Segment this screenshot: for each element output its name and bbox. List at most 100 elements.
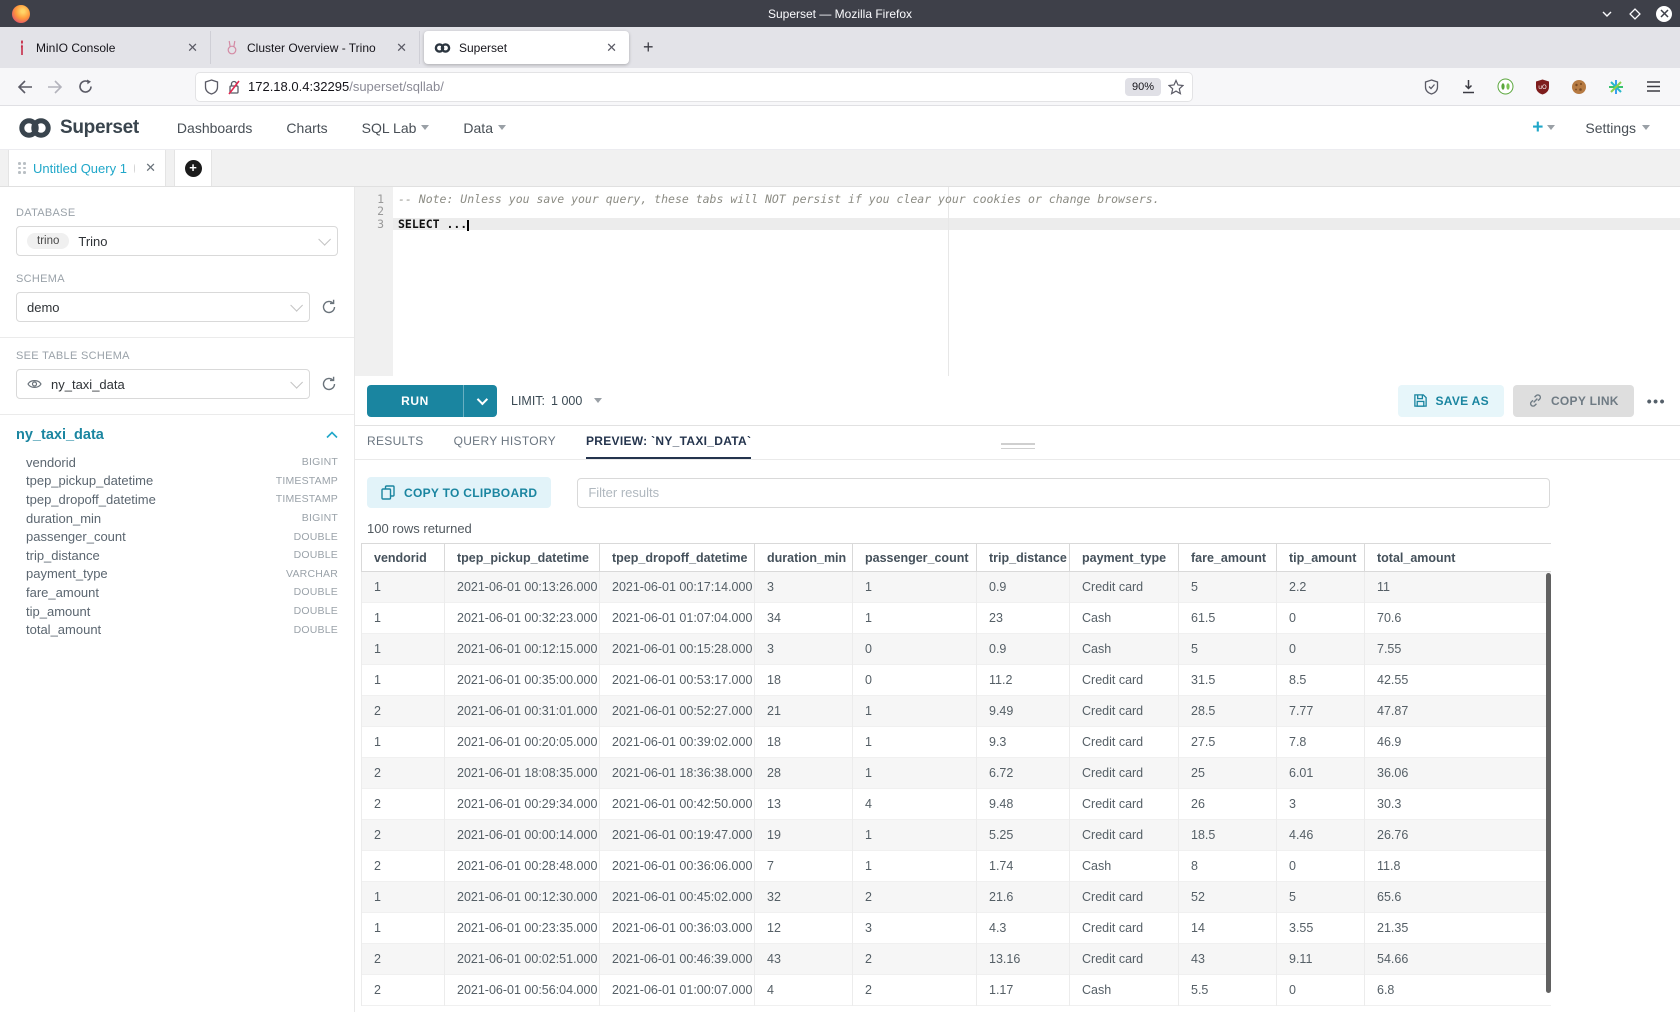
tab-query-history[interactable]: QUERY HISTORY <box>454 434 556 459</box>
schema-column-passenger_count[interactable]: passenger_countDOUBLE <box>16 527 338 546</box>
column-header-passenger_count[interactable]: passenger_count <box>853 544 977 572</box>
drag-handle-icon[interactable] <box>18 162 26 174</box>
hamburger-menu-icon[interactable] <box>1642 73 1664 101</box>
nav-sql-lab[interactable]: SQL Lab <box>362 120 430 136</box>
window-maximize-icon[interactable] <box>1628 7 1642 21</box>
table-cell: 0 <box>1277 851 1365 882</box>
schema-column-vendorid[interactable]: vendoridBIGINT <box>16 453 338 472</box>
column-header-tip_amount[interactable]: tip_amount <box>1277 544 1365 572</box>
insecure-lock-icon[interactable] <box>226 79 241 95</box>
schema-column-tip_amount[interactable]: tip_amountDOUBLE <box>16 602 338 621</box>
extension-green-icon[interactable] <box>1494 73 1516 101</box>
editor-content[interactable]: -- Note: Unless you save your query, the… <box>393 187 1680 376</box>
tab-close-icon[interactable]: ✕ <box>394 40 409 56</box>
schema-column-tpep_dropoff_datetime[interactable]: tpep_dropoff_datetimeTIMESTAMP <box>16 490 338 509</box>
nav-charts[interactable]: Charts <box>286 120 327 136</box>
schema-column-tpep_pickup_datetime[interactable]: tpep_pickup_datetimeTIMESTAMP <box>16 472 338 491</box>
limit-dropdown[interactable]: LIMIT: 1 000 <box>511 394 602 408</box>
table-cell: 3 <box>755 572 853 603</box>
tab-close-icon[interactable]: ✕ <box>604 40 619 56</box>
schema-column-total_amount[interactable]: total_amountDOUBLE <box>16 620 338 639</box>
save-as-button[interactable]: SAVE AS <box>1398 385 1504 417</box>
table-cell: 18 <box>755 727 853 758</box>
bookmark-star-icon[interactable] <box>1168 79 1184 95</box>
schema-column-fare_amount[interactable]: fare_amountDOUBLE <box>16 583 338 602</box>
add-new-button[interactable]: + <box>1532 117 1555 139</box>
browser-tab-minio[interactable]: MinIO Console ✕ <box>6 31 211 64</box>
pane-resize-handle[interactable] <box>1001 443 1035 452</box>
forward-icon[interactable] <box>40 73 70 101</box>
table-row: 12021-06-01 00:32:23.0002021-06-01 01:07… <box>362 603 1552 634</box>
tab-preview-table[interactable]: PREVIEW: `NY_TAXI_DATA` <box>586 434 751 459</box>
copy-to-clipboard-button[interactable]: COPY TO CLIPBOARD <box>367 477 551 508</box>
table-cell: 18.5 <box>1179 820 1277 851</box>
new-tab-button[interactable]: + <box>633 37 664 58</box>
browser-tab-superset[interactable]: Superset ✕ <box>424 31 629 64</box>
database-select[interactable]: trino Trino <box>16 226 338 256</box>
url-bar[interactable]: 172.18.0.4:32295/superset/sqllab/ 90% <box>196 73 1192 101</box>
column-header-duration_min[interactable]: duration_min <box>755 544 853 572</box>
column-header-vendorid[interactable]: vendorid <box>362 544 445 572</box>
table-cell: 9.48 <box>977 789 1070 820</box>
add-query-tab-button[interactable]: + <box>174 150 212 186</box>
settings-menu[interactable]: Settings <box>1585 120 1650 136</box>
ublock-shield-icon[interactable]: uO <box>1531 73 1553 101</box>
column-name: fare_amount <box>26 585 294 600</box>
collapse-chevron-up-icon[interactable] <box>326 431 338 439</box>
window-minimize-icon[interactable] <box>1600 7 1614 21</box>
column-type: DOUBLE <box>294 586 338 598</box>
column-header-tpep_dropoff_datetime[interactable]: tpep_dropoff_datetime <box>600 544 755 572</box>
run-button[interactable]: RUN <box>367 385 497 417</box>
table-row: 22021-06-01 00:29:34.0002021-06-01 00:42… <box>362 789 1552 820</box>
downloads-icon[interactable] <box>1457 73 1479 101</box>
copy-link-button[interactable]: COPY LINK <box>1513 385 1634 417</box>
column-header-tpep_pickup_datetime[interactable]: tpep_pickup_datetime <box>445 544 600 572</box>
table-cell: 2021-06-01 00:36:06.000 <box>600 851 755 882</box>
column-name: trip_distance <box>26 548 294 563</box>
column-header-trip_distance[interactable]: trip_distance <box>977 544 1070 572</box>
superset-brand[interactable]: Superset <box>16 116 139 140</box>
reload-icon[interactable] <box>70 73 100 101</box>
browser-tab-trino[interactable]: Cluster Overview - Trino ✕ <box>215 31 420 64</box>
tab-close-icon[interactable]: ✕ <box>185 40 200 56</box>
table-cell: 4 <box>755 975 853 1006</box>
column-header-total_amount[interactable]: total_amount <box>1365 544 1552 572</box>
table-schema-select[interactable]: ny_taxi_data <box>16 369 310 399</box>
zoom-level-badge[interactable]: 90% <box>1125 78 1161 96</box>
column-type: BIGINT <box>302 456 338 468</box>
table-cell: 4.46 <box>1277 820 1365 851</box>
more-actions-button[interactable]: ••• <box>1647 393 1666 409</box>
query-tab-close-icon[interactable]: ✕ <box>145 160 156 176</box>
nav-data[interactable]: Data <box>463 120 506 136</box>
column-type: DOUBLE <box>294 531 338 543</box>
divider <box>0 337 354 338</box>
column-header-fare_amount[interactable]: fare_amount <box>1179 544 1277 572</box>
column-header-payment_type[interactable]: payment_type <box>1070 544 1179 572</box>
shield-check-icon[interactable] <box>1420 73 1442 101</box>
table-columns-list: vendoridBIGINTtpep_pickup_datetimeTIMEST… <box>16 453 338 639</box>
run-dropdown-button[interactable] <box>463 385 497 417</box>
tab-results[interactable]: RESULTS <box>367 434 424 459</box>
schema-select[interactable]: demo <box>16 292 310 322</box>
tracking-shield-icon[interactable] <box>204 79 219 95</box>
url-text[interactable]: 172.18.0.4:32295/superset/sqllab/ <box>248 79 1118 94</box>
window-close-icon[interactable] <box>1656 6 1672 22</box>
query-tab-untitled[interactable]: Untitled Query 1 ✕ <box>8 150 166 186</box>
schema-column-payment_type[interactable]: payment_typeVARCHAR <box>16 565 338 584</box>
table-name-heading[interactable]: ny_taxi_data <box>16 427 326 443</box>
refresh-schema-icon[interactable] <box>320 298 338 316</box>
back-icon[interactable] <box>10 73 40 101</box>
nav-dashboards[interactable]: Dashboards <box>177 120 253 136</box>
cookie-icon[interactable] <box>1568 73 1590 101</box>
table-cell: 3.55 <box>1277 913 1365 944</box>
sql-editor[interactable]: 1 2 3 -- Note: Unless you save your quer… <box>355 187 1680 376</box>
table-scrollbar[interactable] <box>1546 573 1551 993</box>
schema-column-trip_distance[interactable]: trip_distanceDOUBLE <box>16 546 338 565</box>
schema-column-duration_min[interactable]: duration_minBIGINT <box>16 509 338 528</box>
extension-asterisk-icon[interactable] <box>1605 73 1627 101</box>
table-cell: 12 <box>755 913 853 944</box>
filter-results-input[interactable] <box>577 478 1550 508</box>
refresh-table-icon[interactable] <box>320 375 338 393</box>
table-cell: 47.87 <box>1365 696 1552 727</box>
table-cell: 11.2 <box>977 665 1070 696</box>
